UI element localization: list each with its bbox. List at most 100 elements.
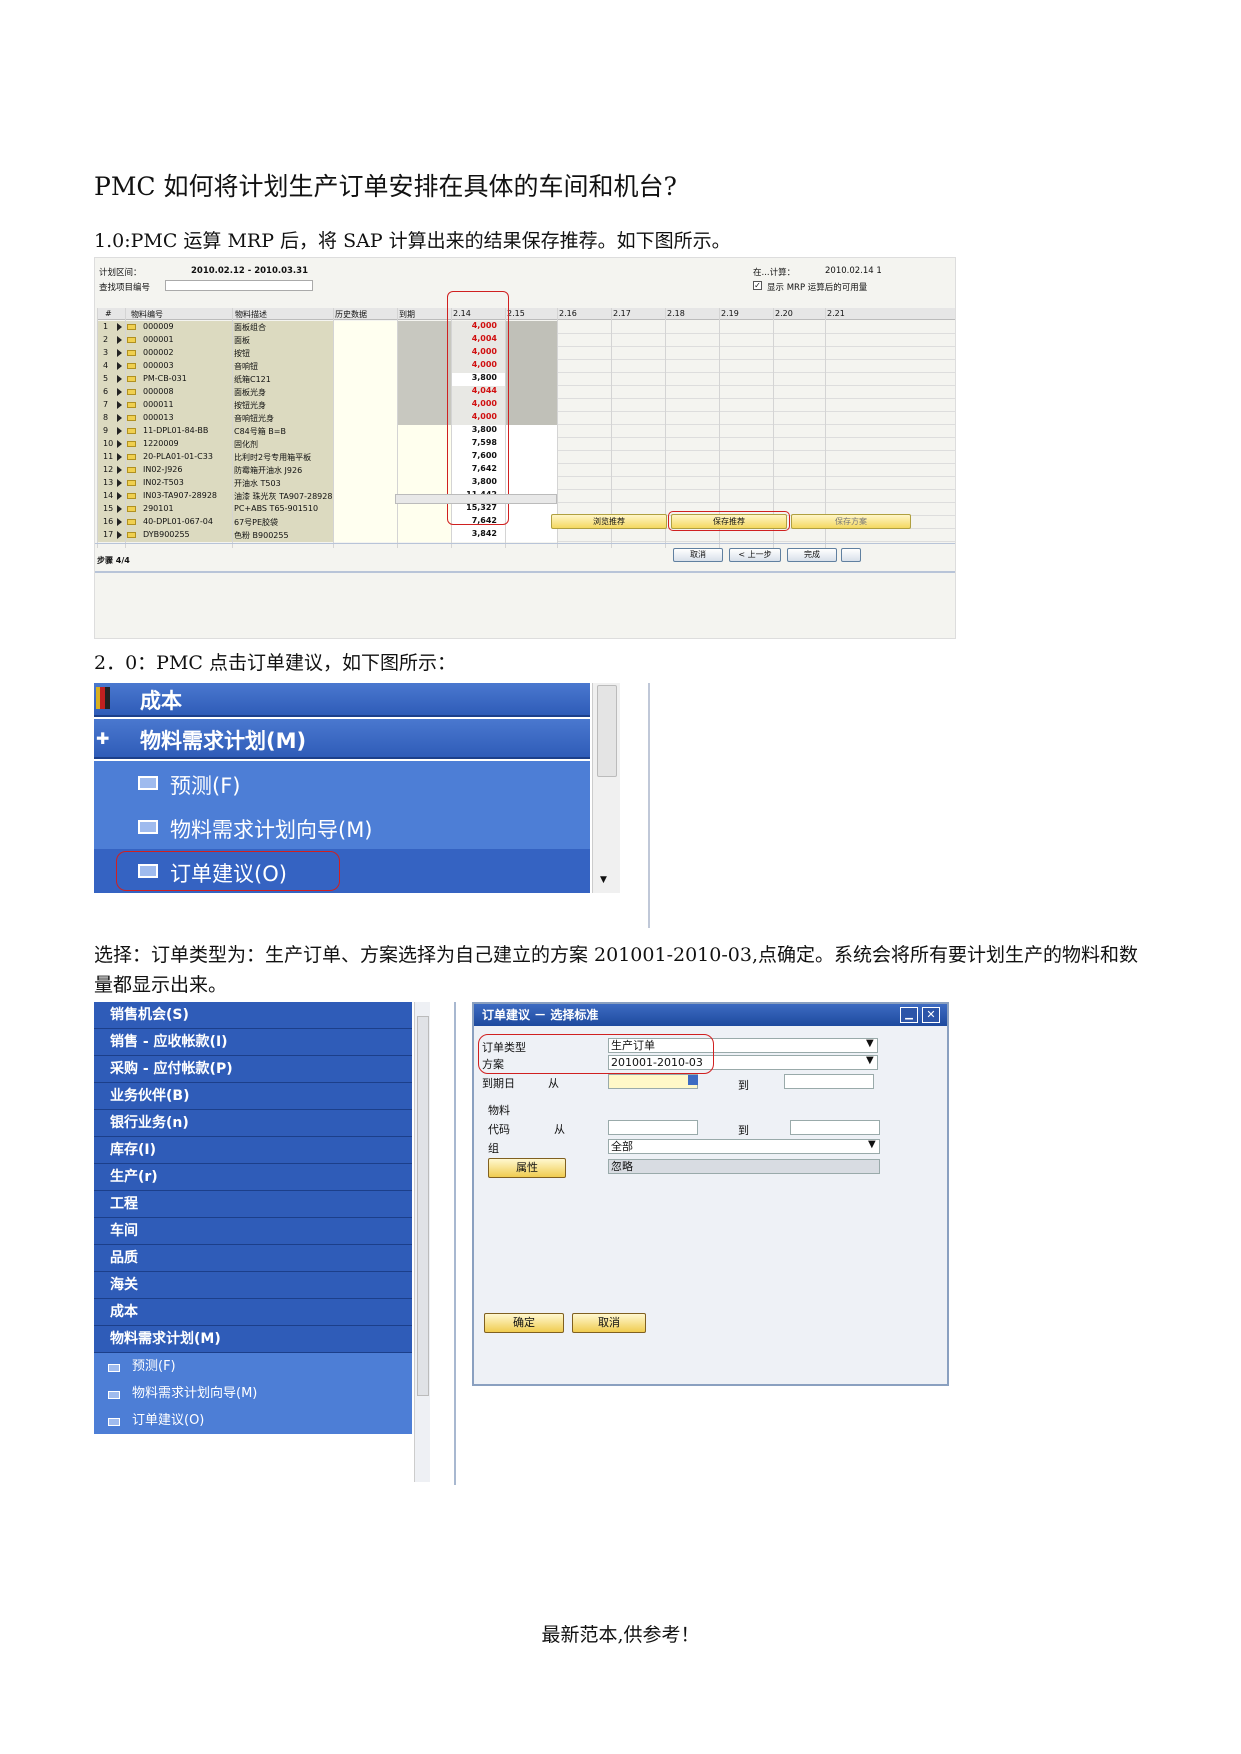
prev-button[interactable]: < 上一步 [729, 548, 781, 562]
chevron-down-icon[interactable]: ▼ [868, 1139, 876, 1150]
date-cell[interactable] [505, 347, 557, 360]
table-row[interactable]: 4,000 4 000003 音响钮 [97, 360, 955, 373]
code-from-input[interactable] [608, 1120, 698, 1135]
menu-item[interactable]: 物料需求计划(M) [94, 1326, 412, 1353]
v-scrollbar[interactable]: ▼ [592, 683, 620, 893]
scroll-thumb[interactable] [597, 685, 617, 777]
table-row[interactable]: 3,800 5 PM-CB-031 纸箱C121 [97, 373, 955, 386]
expand-arrow-icon[interactable] [117, 362, 122, 370]
table-row[interactable]: 7,642 12 IN02-J926 防霉箱开油水 J926 [97, 464, 955, 477]
material-code[interactable]: 000013 [143, 413, 174, 422]
date-cell[interactable] [505, 399, 557, 412]
submenu-item[interactable]: 预测(F) [94, 1353, 412, 1380]
expand-arrow-icon[interactable] [117, 440, 122, 448]
mrp-checkbox[interactable]: ✓ [753, 281, 762, 290]
expand-arrow-icon[interactable] [117, 466, 122, 474]
material-code[interactable]: 000002 [143, 348, 174, 357]
date-cell[interactable] [505, 334, 557, 347]
date-cell[interactable] [505, 425, 557, 438]
material-code[interactable]: DYB900255 [143, 530, 190, 539]
expand-arrow-icon[interactable] [117, 349, 122, 357]
expand-arrow-icon[interactable] [117, 336, 122, 344]
expand-arrow-icon[interactable] [117, 518, 122, 526]
material-code[interactable]: 40-DPL01-067-04 [143, 517, 213, 526]
qty-cell[interactable]: 3,842 [451, 529, 505, 542]
material-code[interactable]: IN02-T503 [143, 478, 184, 487]
material-code[interactable]: PM-CB-031 [143, 374, 187, 383]
table-row[interactable]: 4,000 3 000002 按钮 [97, 347, 955, 360]
menu-item[interactable]: 生产(r) [94, 1164, 412, 1191]
expand-arrow-icon[interactable] [117, 453, 122, 461]
minimize-icon[interactable]: ▁ [900, 1007, 918, 1023]
table-row[interactable]: 7,600 11 20-PLA01-01-C33 比利时2号专用箱平板 [97, 451, 955, 464]
table-row[interactable]: 4,044 6 000008 面板光身 [97, 386, 955, 399]
table-row[interactable]: 4,000 7 000011 按钮光身 [97, 399, 955, 412]
expand-arrow-icon[interactable] [117, 401, 122, 409]
submenu-item[interactable]: 物料需求计划向导(M) [94, 1380, 412, 1407]
due-from-input[interactable] [608, 1074, 698, 1089]
expand-arrow-icon[interactable] [117, 388, 122, 396]
scroll-down-icon[interactable]: ▼ [600, 875, 607, 885]
group-select[interactable]: 全部 [608, 1139, 880, 1154]
date-cell[interactable] [505, 373, 557, 386]
table-row[interactable]: 3,800 9 11-DPL01-84-BB C84号箱 B=B [97, 425, 955, 438]
menu-item[interactable]: 品质 [94, 1245, 412, 1272]
expand-arrow-icon[interactable] [117, 479, 122, 487]
material-code[interactable]: 000009 [143, 322, 174, 331]
date-cell[interactable] [505, 412, 557, 425]
expand-arrow-icon[interactable] [117, 375, 122, 383]
browse-recommend-button[interactable]: 浏览推荐 [551, 514, 667, 529]
date-cell[interactable] [505, 516, 557, 529]
submenu-wizard[interactable]: 物料需求计划向导(M) [94, 805, 590, 849]
attribute-button[interactable]: 属性 [488, 1158, 566, 1178]
material-code[interactable]: IN03-TA907-28928 [143, 491, 217, 500]
v-scrollbar[interactable] [414, 1002, 430, 1482]
expand-arrow-icon[interactable] [117, 492, 122, 500]
menu-item[interactable]: 销售 - 应收帐款(I) [94, 1029, 412, 1056]
date-cell[interactable] [505, 503, 557, 516]
date-cell[interactable] [505, 477, 557, 490]
material-code[interactable]: 290101 [143, 504, 174, 513]
chevron-down-icon[interactable]: ▼ [866, 1038, 874, 1049]
material-code[interactable]: 000011 [143, 400, 174, 409]
cancel-button[interactable]: 取消 [673, 548, 723, 562]
menu-item[interactable]: 销售机会(S) [94, 1002, 412, 1029]
menu-item[interactable]: 库存(I) [94, 1137, 412, 1164]
due-to-input[interactable] [784, 1074, 874, 1089]
menu-cost[interactable]: 成本 [94, 683, 590, 717]
material-code[interactable]: 000003 [143, 361, 174, 370]
material-code[interactable]: 000008 [143, 387, 174, 396]
material-code[interactable]: 20-PLA01-01-C33 [143, 452, 213, 461]
save-plan-button[interactable]: 保存方案 [791, 514, 911, 529]
date-cell[interactable] [505, 360, 557, 373]
expand-arrow-icon[interactable] [117, 323, 122, 331]
scroll-thumb[interactable] [417, 1016, 429, 1396]
table-row[interactable]: 4,004 2 000001 面板 [97, 334, 955, 347]
menu-item[interactable]: 车间 [94, 1218, 412, 1245]
ok-button[interactable]: 确定 [484, 1313, 564, 1333]
date-cell[interactable] [505, 529, 557, 542]
date-cell[interactable] [505, 451, 557, 464]
menu-mrp[interactable]: ✚ 物料需求计划(M) [94, 719, 590, 759]
material-code[interactable]: IN02-J926 [143, 465, 182, 474]
material-code[interactable]: 1220009 [143, 439, 179, 448]
submenu-item[interactable]: 订单建议(O) [94, 1407, 412, 1434]
search-input[interactable] [165, 280, 313, 291]
table-row[interactable]: 7,598 10 1220009 固化剂 [97, 438, 955, 451]
date-cell[interactable] [505, 386, 557, 399]
expand-arrow-icon[interactable] [117, 414, 122, 422]
date-cell[interactable] [505, 321, 557, 334]
code-to-input[interactable] [790, 1120, 880, 1135]
table-row[interactable]: 3,800 13 IN02-T503 开油水 T503 [97, 477, 955, 490]
menu-item[interactable]: 业务伙伴(B) [94, 1083, 412, 1110]
menu-item[interactable]: 工程 [94, 1191, 412, 1218]
expand-arrow-icon[interactable] [117, 427, 122, 435]
menu-item[interactable]: 采购 - 应付帐款(P) [94, 1056, 412, 1083]
date-cell[interactable] [505, 438, 557, 451]
calendar-icon[interactable] [688, 1075, 698, 1085]
submenu-forecast[interactable]: 预测(F) [94, 761, 590, 805]
finish-button[interactable]: 完成 [787, 548, 837, 562]
table-row[interactable]: 4,000 8 000013 音响钮光身 [97, 412, 955, 425]
splitter[interactable] [454, 1002, 456, 1485]
table-row[interactable]: 3,842 17 DYB900255 色粉 B900255 [97, 529, 955, 542]
